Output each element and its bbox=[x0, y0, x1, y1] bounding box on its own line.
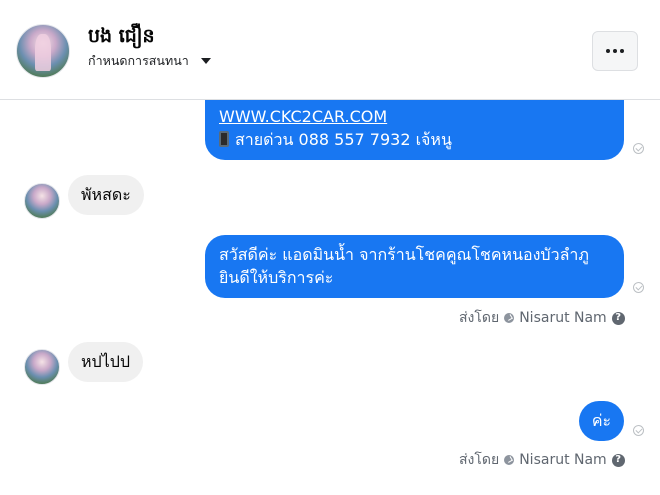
caret-down-icon bbox=[200, 58, 211, 64]
verified-badge-icon bbox=[504, 313, 515, 323]
website-link[interactable]: WWW.CKC2CAR.COM bbox=[219, 107, 387, 126]
sender-avatar[interactable] bbox=[24, 349, 60, 385]
sent-by-info: ส่งโดย Nisarut Nam ? bbox=[459, 307, 625, 329]
message-text: สายด่วน 088 557 7932 เจ้หนู bbox=[235, 130, 452, 149]
conversation-header: បង ជឿន กำหนดการสนทนา bbox=[0, 0, 660, 100]
more-horizontal-icon bbox=[606, 49, 610, 53]
message-text: ยินดีให้บริการค่ะ bbox=[219, 268, 334, 287]
help-icon[interactable]: ? bbox=[611, 453, 625, 467]
sent-by-name: Nisarut Nam bbox=[519, 310, 607, 326]
more-options-button[interactable] bbox=[592, 31, 638, 71]
message-text: พัหสดะ bbox=[81, 185, 131, 204]
sent-by-name: Nisarut Nam bbox=[519, 452, 607, 468]
incoming-message-bubble[interactable]: หปไปป bbox=[68, 342, 144, 382]
sent-by-label: ส่งโดย bbox=[459, 310, 500, 326]
incoming-message-bubble[interactable]: พัหสดะ bbox=[68, 175, 144, 215]
message-text: สวัสดีค่ะ แอดมินน้ำ จากร้านโชคคูณโชคหนอง… bbox=[219, 245, 589, 264]
contact-name[interactable]: បង ជឿន bbox=[88, 24, 155, 52]
verified-badge-icon bbox=[504, 455, 515, 465]
delivered-check-icon bbox=[633, 425, 644, 436]
help-icon[interactable]: ? bbox=[611, 311, 625, 325]
sender-avatar[interactable] bbox=[24, 183, 60, 219]
delivered-check-icon bbox=[633, 143, 644, 154]
contact-avatar[interactable] bbox=[16, 24, 70, 78]
sent-by-info: ส่งโดย Nisarut Nam ? bbox=[459, 449, 625, 471]
outgoing-message-bubble[interactable]: ค่ะ bbox=[579, 401, 624, 441]
sent-by-label: ส่งโดย bbox=[459, 452, 500, 468]
message-text: ค่ะ bbox=[591, 411, 612, 430]
outgoing-message-bubble[interactable]: สวัสดีค่ะ แอดมินน้ำ จากร้านโชคคูณโชคหนอง… bbox=[205, 235, 624, 298]
phone-icon bbox=[219, 131, 229, 147]
delivered-check-icon bbox=[633, 282, 644, 293]
schedule-conversation-dropdown[interactable]: กำหนดการสนทนา bbox=[88, 51, 211, 71]
schedule-conversation-label: กำหนดการสนทนา bbox=[88, 53, 189, 68]
message-text: หปไปป bbox=[81, 352, 131, 371]
